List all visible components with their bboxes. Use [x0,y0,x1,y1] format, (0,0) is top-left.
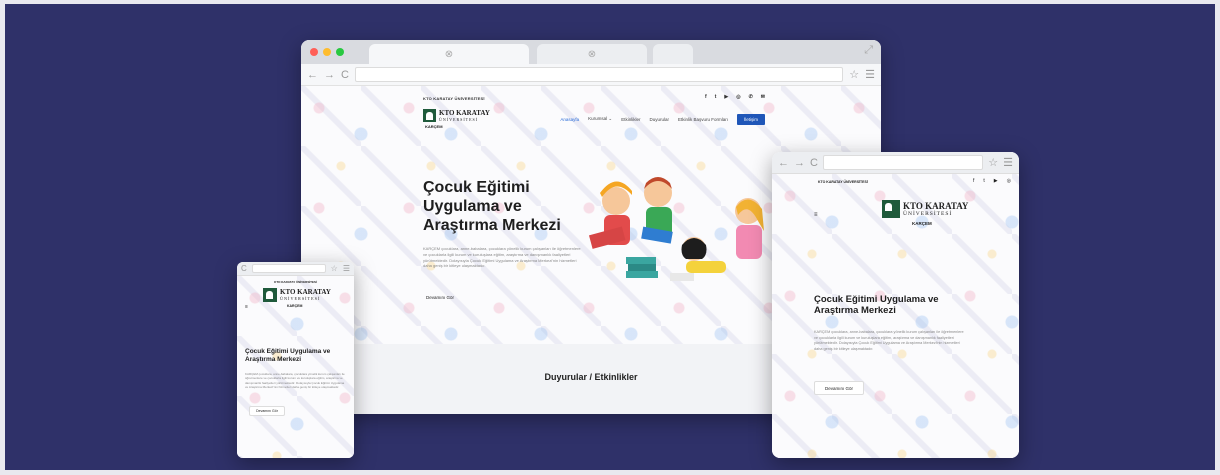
university-crest-icon [263,288,277,302]
hero-title: Çocuk Eğitimi Uygulama ve Araştırma Merk… [423,179,561,235]
mobile-page-content: KTO KARATAY ÜNİVERSİTESİ ≡ KTO KARATAY Ü… [237,276,354,458]
facebook-icon[interactable]: f [973,178,974,184]
unit-label: KARÇEM [287,304,303,308]
browser-menu-icon[interactable]: ☰ [865,68,875,81]
showcase-background: ⊗ ⊗ ⤢ ← → C ☆ ☰ KTO KARATAY ÜNİVERSİTESİ… [5,4,1215,470]
site-logo[interactable]: KTO KARATAY ÜNİVERSİTESİ KARÇEM [423,109,490,129]
university-small-label: KTO KARATAY ÜNİVERSİTESİ [274,280,317,284]
youtube-icon[interactable]: ▶ [994,178,998,184]
hamburger-menu-icon[interactable]: ≡ [814,212,818,218]
browser-menu-icon[interactable]: ☰ [1003,156,1013,169]
instagram-icon[interactable]: ◎ [736,94,740,100]
instagram-icon[interactable]: ◎ [1007,178,1011,184]
twitter-icon[interactable]: t [983,178,984,184]
forward-arrow-icon[interactable]: → [324,69,335,81]
forward-arrow-icon[interactable]: → [794,157,805,169]
browser-toolbar: C ☆ ☰ [237,262,354,276]
logo-name: KTO KARATAY [439,108,490,117]
top-info-bar: KTO KARATAY ÜNİVERSİTESİ f t ▶ ◎ ✆ ✉ [301,90,881,104]
site-logo[interactable]: KTO KARATAY ÜNİVERSİTESİ KARÇEM [882,200,968,226]
logo-name: KTO KARATAY [903,200,969,211]
minimize-window-icon[interactable] [323,48,331,56]
browser-tab[interactable]: ⊗ [537,44,647,64]
close-window-icon[interactable] [310,48,318,56]
tablet-page-content: KTO KARATAY ÜNİVERSİTESİ f t ▶ ◎ ≡ KTO K… [772,174,1019,458]
phone-icon[interactable]: ✆ [749,94,753,100]
hero-description: KARÇEM çocuklara, anne-babalara, çocukla… [423,246,581,269]
close-tab-icon[interactable]: ⊗ [445,49,453,60]
logo-subtitle: ÜNİVERSİTESİ [280,296,321,301]
social-links: f t ▶ ◎ ✆ ✉ [705,94,765,100]
nav-item-home[interactable]: Anasayfa [560,117,579,122]
university-crest-icon [423,109,436,122]
browser-menu-icon[interactable]: ☰ [343,264,350,273]
browser-tab-bar: ⊗ ⊗ ⤢ [301,40,881,64]
bookmark-star-icon[interactable]: ☆ [849,68,859,81]
bookmark-star-icon[interactable]: ☆ [988,156,998,169]
browser-toolbar: ← → C ☆ ☰ [301,64,881,86]
address-bar[interactable] [354,67,844,82]
hero-description: KARÇEM çocuklara, anne-babalara, çocukla… [814,330,964,351]
tablet-browser-mockup: ← → C ☆ ☰ KTO KARATAY ÜNİVERSİTESİ f t ▶… [772,152,1019,458]
reload-icon[interactable]: C [341,69,349,81]
nav-item-events[interactable]: Etkinlikler [621,117,640,122]
close-tab-icon[interactable]: ⊗ [588,49,596,60]
back-arrow-icon[interactable]: ← [778,157,789,169]
window-controls [310,48,344,56]
new-tab-button[interactable] [653,44,693,64]
logo-name: KTO KARATAY [280,288,331,296]
address-bar[interactable] [822,155,984,170]
unit-label: KARÇEM [912,221,932,226]
hero-title: Çocuk Eğitimi Uygulama ve Araştırma Merk… [245,348,331,363]
reload-icon[interactable]: C [241,264,247,273]
fullscreen-icon[interactable]: ⤢ [864,44,873,57]
logo-subtitle: ÜNİVERSİTESİ [903,210,953,217]
mail-icon[interactable]: ✉ [761,94,765,100]
nav-item-corporate[interactable]: Kurumsal ⌄ [588,116,612,122]
logo-subtitle: ÜNİVERSİTESİ [439,116,479,122]
unit-label: KARÇEM [425,124,443,129]
maximize-window-icon[interactable] [336,48,344,56]
social-links: f t ▶ ◎ [973,178,1011,184]
address-bar[interactable] [251,264,326,273]
nav-item-application-forms[interactable]: Etkinlik Başvuru Formları [678,117,728,122]
nav-item-announcements[interactable]: Duyurular [649,117,669,122]
reload-icon[interactable]: C [810,157,818,169]
mobile-browser-mockup: C ☆ ☰ KTO KARATAY ÜNİVERSİTESİ ≡ KTO KAR… [237,262,354,458]
hamburger-menu-icon[interactable]: ≡ [245,304,248,310]
university-crest-icon [882,200,900,218]
read-more-button[interactable]: Devamını Gör [249,406,285,416]
hero-title: Çocuk Eğitimi Uygulama ve Araştırma Merk… [814,294,939,317]
main-navigation: Anasayfa Kurumsal ⌄ Etkinlikler Duyurula… [560,113,765,125]
bookmark-star-icon[interactable]: ☆ [331,264,338,273]
site-logo[interactable]: KTO KARATAY ÜNİVERSİTESİ KARÇEM [263,288,331,308]
contact-button[interactable]: İletişim [736,113,765,125]
site-header: KTO KARATAY ÜNİVERSİTESİ KARÇEM Anasayfa… [423,108,765,130]
read-more-button[interactable]: Devamını Gör [814,381,864,395]
browser-toolbar: ← → C ☆ ☰ [772,152,1019,174]
facebook-icon[interactable]: f [705,94,707,100]
browser-tab-active[interactable]: ⊗ [369,44,529,64]
university-small-label: KTO KARATAY ÜNİVERSİTESİ [818,180,868,184]
youtube-icon[interactable]: ▶ [724,94,728,100]
chevron-down-icon: ⌄ [608,116,613,121]
university-small-label: KTO KARATAY ÜNİVERSİTESİ [423,96,485,101]
hero-description: KARÇEM çocuklara, anne-babalara, çocukla… [245,372,345,390]
read-more-button[interactable]: Devamını Gör [423,292,457,304]
twitter-icon[interactable]: t [715,94,717,100]
back-arrow-icon[interactable]: ← [307,69,318,81]
